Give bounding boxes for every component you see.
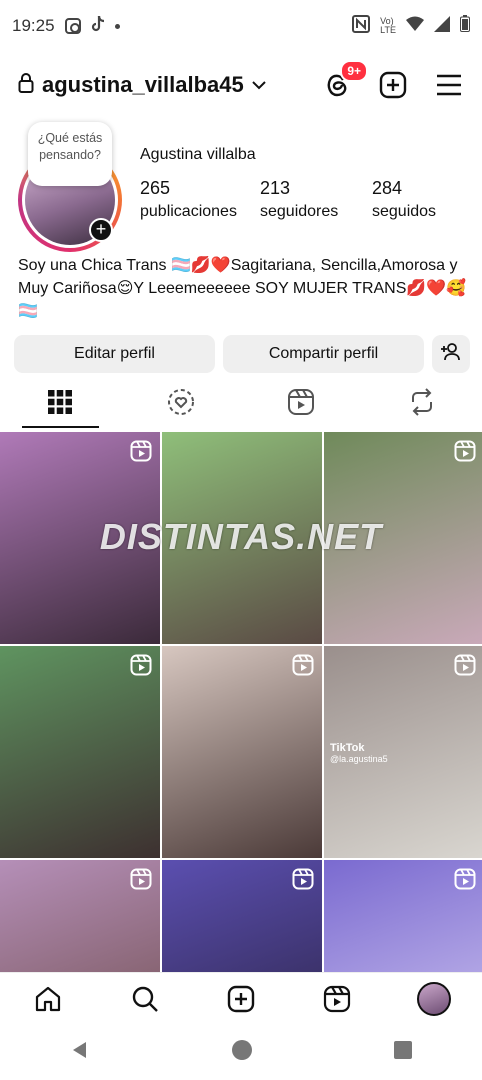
stat-label: seguidos	[372, 203, 437, 220]
reel-indicator-icon	[130, 654, 152, 676]
add-story-icon[interactable]: +	[89, 218, 113, 242]
grid-icon	[48, 389, 73, 419]
stat-value: 265	[140, 178, 171, 198]
grid-post[interactable]	[162, 646, 322, 858]
home-icon[interactable]	[31, 982, 65, 1016]
profile-stats: 265 publicaciones 213 seguidores 284 seg…	[140, 178, 482, 221]
status-bar: 19:25 Vo) LTE	[0, 0, 482, 52]
grid-post[interactable]: TikTok @la.agustina5	[324, 646, 482, 858]
instagram-notification-icon	[64, 18, 81, 34]
tiktok-overlay: TikTok @la.agustina5	[330, 742, 388, 764]
notification-badge: 9+	[340, 60, 368, 82]
grid-post[interactable]	[0, 646, 160, 858]
stat-label: publicaciones	[140, 203, 237, 220]
profile-bio: Soy una Chica Trans 🏳️‍⚧️💋❤️Sagitariana,…	[18, 257, 467, 320]
edit-profile-button[interactable]: Editar perfil	[14, 335, 215, 373]
reel-indicator-icon	[292, 868, 314, 890]
account-username[interactable]: agustina_villalba45	[42, 72, 244, 98]
more-notifications-dot-icon	[114, 23, 120, 29]
discover-people-button[interactable]	[432, 335, 470, 373]
signal-icon	[434, 15, 450, 37]
menu-icon[interactable]	[434, 70, 464, 100]
note-bubble[interactable]: ¿Qué estás pensando?	[28, 122, 112, 186]
threads-icon[interactable]: 9+	[322, 60, 368, 100]
tiktok-label: TikTok	[330, 742, 365, 754]
tab-liked[interactable]	[121, 380, 242, 428]
tiktok-user: @la.agustina5	[330, 754, 388, 764]
reel-indicator-icon	[454, 868, 476, 890]
tab-reels[interactable]	[241, 380, 362, 428]
bottom-navigation	[0, 972, 482, 1024]
battery-icon	[460, 15, 470, 37]
tab-reposts[interactable]	[362, 380, 482, 428]
reel-indicator-icon	[130, 440, 152, 462]
create-icon[interactable]	[224, 982, 258, 1016]
volte-icon: Vo) LTE	[380, 16, 396, 35]
stat-posts[interactable]: 265 publicaciones	[140, 178, 260, 221]
profile-header: agustina_villalba45 9+	[0, 60, 482, 110]
profile-full-name: Agustina villalba	[140, 146, 256, 163]
profile-tabs	[0, 380, 482, 428]
stat-followers[interactable]: 213 seguidores	[260, 178, 372, 221]
heart-circle-icon	[167, 388, 195, 421]
profile-nav-avatar[interactable]	[416, 981, 451, 1016]
wifi-icon	[406, 16, 424, 37]
avatar	[416, 981, 451, 1016]
chevron-down-icon[interactable]	[252, 77, 266, 94]
reel-indicator-icon	[454, 440, 476, 462]
stat-label: seguidores	[260, 203, 339, 220]
lock-icon	[18, 72, 34, 98]
create-post-icon[interactable]	[378, 70, 408, 100]
repost-icon	[409, 387, 435, 421]
reel-indicator-icon	[292, 654, 314, 676]
status-time: 19:25	[12, 16, 55, 35]
add-person-icon	[441, 342, 461, 366]
recents-icon[interactable]	[393, 1040, 412, 1064]
home-circle-icon[interactable]	[231, 1039, 253, 1066]
stat-following[interactable]: 284 seguidos	[372, 178, 482, 221]
search-icon[interactable]	[128, 982, 162, 1016]
back-icon[interactable]	[70, 1040, 90, 1065]
nfc-icon	[352, 14, 371, 38]
profile-actions: Editar perfil Compartir perfil	[14, 335, 470, 373]
reel-indicator-icon	[454, 654, 476, 676]
stat-value: 213	[260, 178, 291, 198]
reel-indicator-icon	[130, 868, 152, 890]
stat-value: 284	[372, 178, 403, 198]
reels-nav-icon[interactable]	[320, 982, 354, 1016]
tab-posts-grid[interactable]	[0, 380, 121, 428]
reels-icon	[287, 388, 315, 421]
system-navigation	[0, 1024, 482, 1080]
share-profile-button[interactable]: Compartir perfil	[223, 335, 424, 373]
watermark: DISTINTAS.NET	[99, 516, 383, 557]
tiktok-notification-icon	[90, 15, 106, 38]
